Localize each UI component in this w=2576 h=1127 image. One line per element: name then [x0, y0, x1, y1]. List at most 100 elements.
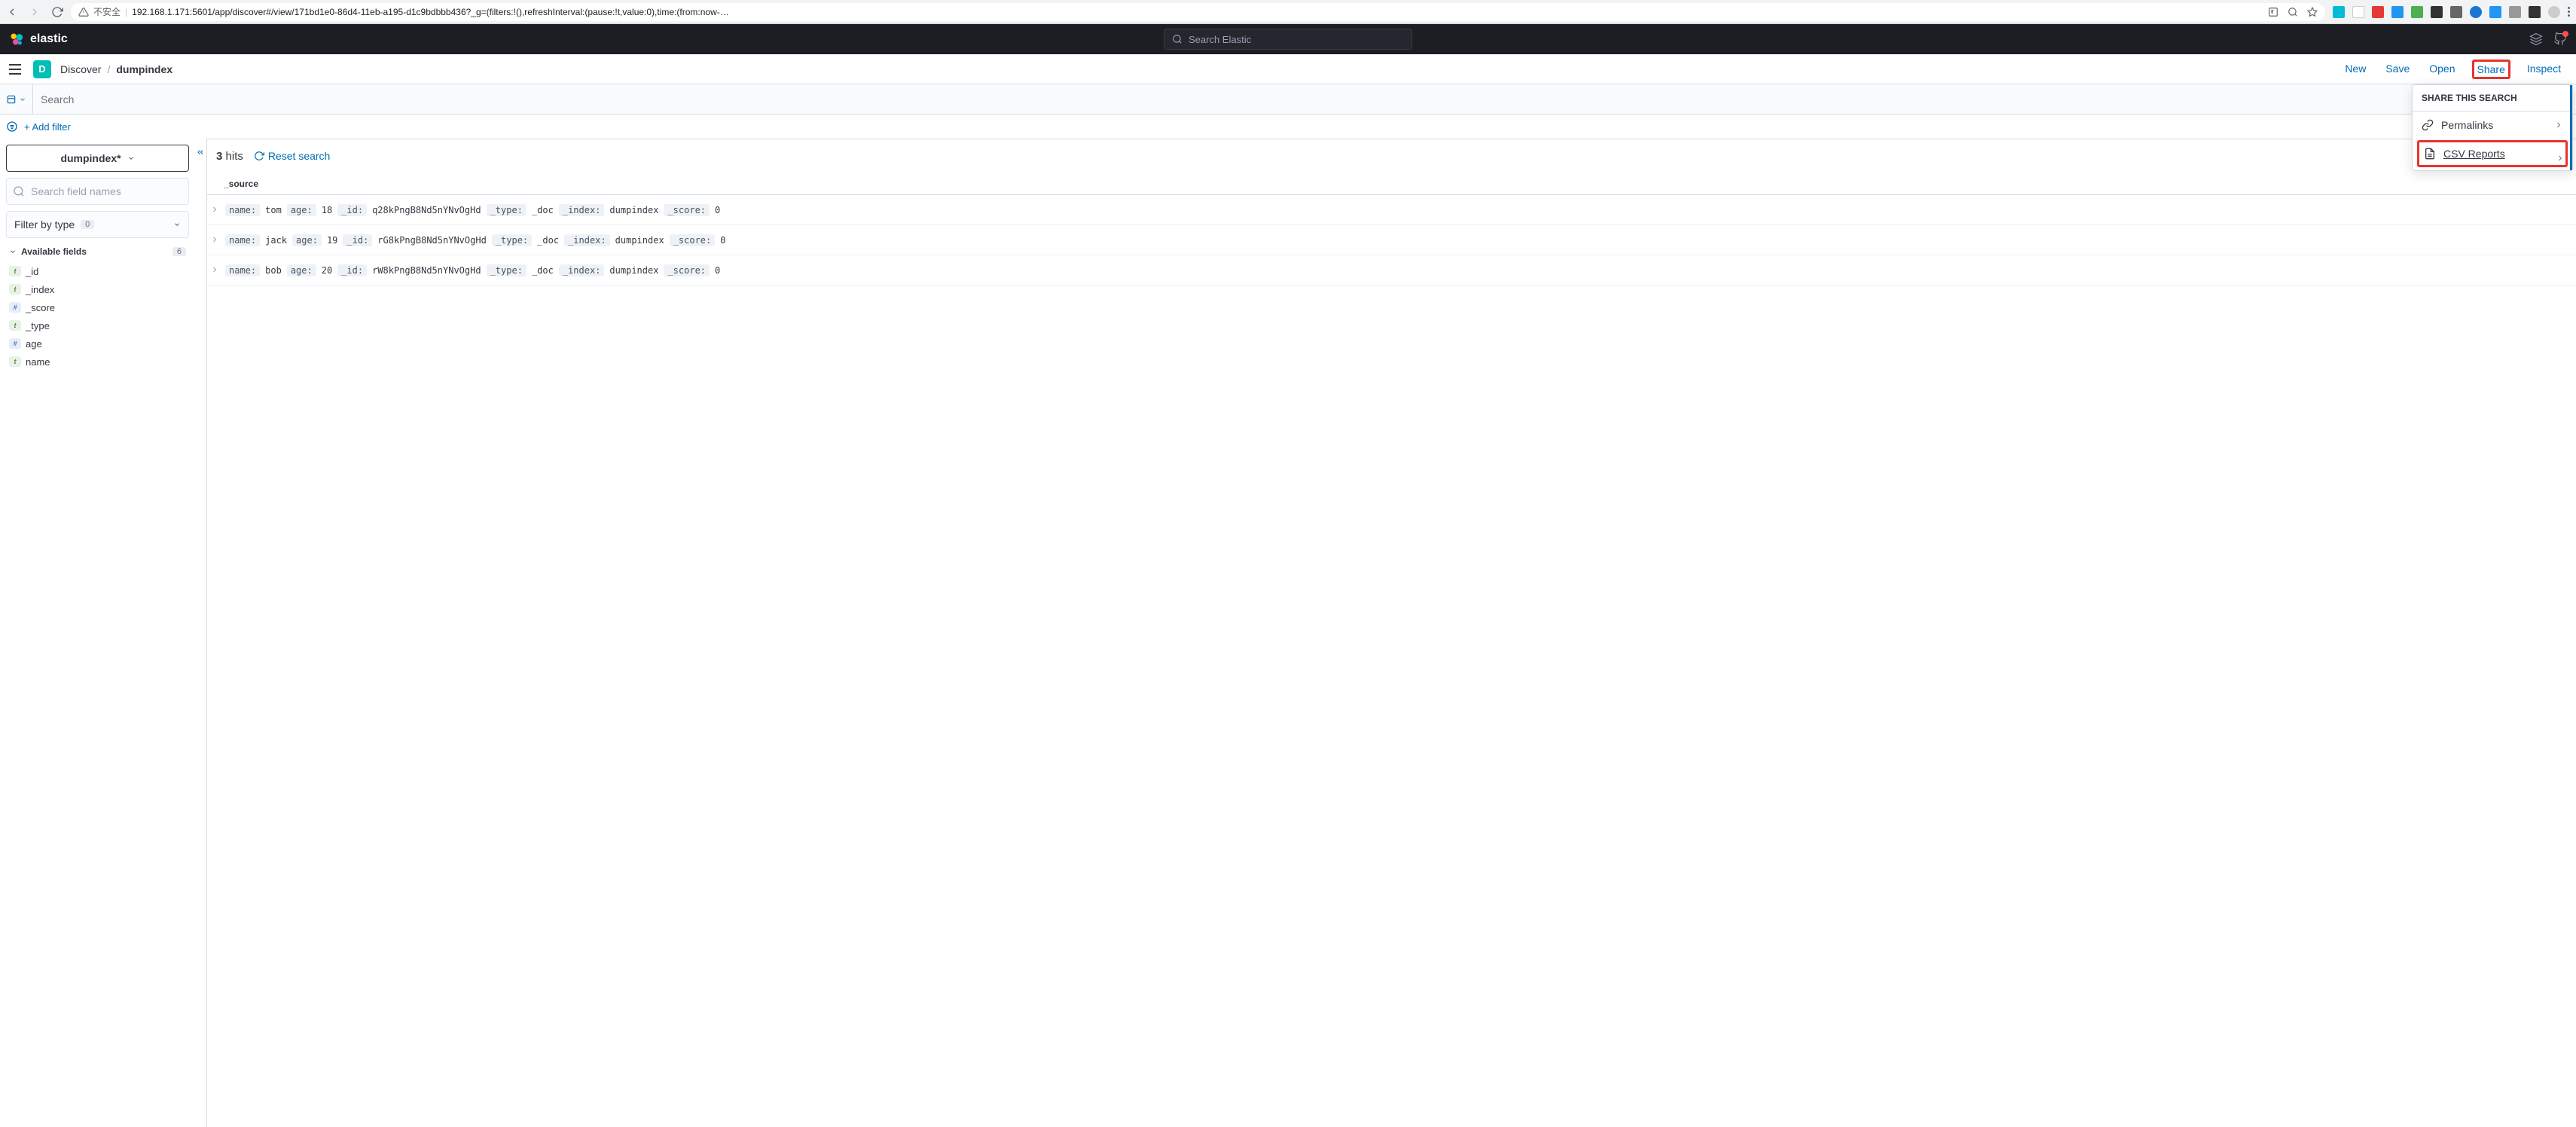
index-pattern-selector[interactable]: dumpindex*: [6, 145, 189, 172]
star-icon[interactable]: [2307, 7, 2318, 17]
csv-reports-highlight: CSV Reports: [2417, 140, 2568, 167]
app-subheader: D Discover / dumpindex New Save Open Sha…: [0, 54, 2576, 84]
field-item[interactable]: t_type: [6, 316, 189, 334]
doc-source: name:bob age:20 _id:rW8kPngB8Nd5nYNvOgHd…: [225, 264, 722, 276]
alerts-icon[interactable]: [2553, 32, 2567, 46]
browser-forward-button[interactable]: [29, 6, 41, 18]
open-button[interactable]: Open: [2426, 60, 2458, 79]
add-filter-button[interactable]: + Add filter: [24, 121, 71, 133]
zoom-icon[interactable]: [2288, 7, 2298, 17]
permalinks-label: Permalinks: [2441, 119, 2493, 131]
reset-search-button[interactable]: Reset search: [254, 150, 330, 162]
header-right-icons: [2529, 32, 2567, 46]
new-button[interactable]: New: [2342, 60, 2369, 79]
breadcrumb-separator: /: [107, 63, 110, 75]
field-type-badge: #: [9, 302, 21, 313]
query-bar: [0, 84, 2576, 115]
content-area: 3 hits Reset search _source name:tom age…: [206, 139, 2576, 1127]
browser-reload-button[interactable]: [51, 6, 63, 18]
url-text: 192.168.1.171:5601/app/discover#/view/17…: [132, 7, 729, 17]
available-fields-count: 6: [172, 247, 186, 256]
chevron-down-icon: [127, 154, 135, 162]
elastic-logo-icon: [9, 32, 24, 47]
filter-by-type-button[interactable]: Filter by type 0: [6, 211, 189, 238]
field-item[interactable]: # age: [6, 334, 189, 353]
extension-icon[interactable]: [2470, 6, 2482, 18]
query-input[interactable]: [33, 84, 2576, 114]
extension-icon[interactable]: [2529, 6, 2541, 18]
expand-row-button[interactable]: [210, 204, 222, 216]
browser-extensions: [2333, 6, 2570, 18]
source-column-header: _source: [224, 179, 258, 189]
breadcrumb-app-link[interactable]: Discover: [60, 63, 101, 75]
space-badge[interactable]: D: [33, 60, 51, 78]
global-search-input[interactable]: Search Elastic: [1164, 29, 1412, 50]
browser-menu-button[interactable]: [2568, 7, 2570, 17]
newsfeed-icon[interactable]: [2529, 32, 2543, 46]
extension-icon[interactable]: [2431, 6, 2443, 18]
available-fields-header[interactable]: Available fields 6: [6, 241, 189, 262]
breadcrumb-current: dumpindex: [116, 63, 172, 75]
chevron-down-icon: [173, 221, 181, 228]
save-button[interactable]: Save: [2382, 60, 2413, 79]
chevron-down-icon: [19, 96, 26, 103]
elastic-logo[interactable]: elastic: [9, 32, 68, 47]
elastic-header: elastic Search Elastic: [0, 24, 2576, 54]
table-header-row: _source: [207, 173, 2576, 195]
kql-toggle[interactable]: [0, 84, 33, 115]
share-popover: SHARE THIS SEARCH Permalinks CSV Reports: [2412, 84, 2573, 171]
extension-icon[interactable]: [2333, 6, 2345, 18]
table-row: name:bob age:20 _id:rW8kPngB8Nd5nYNvOgHd…: [207, 255, 2576, 286]
document-icon: [2424, 148, 2436, 160]
share-button[interactable]: Share: [2472, 60, 2510, 79]
nav-toggle-button[interactable]: [9, 64, 21, 75]
hits-count: 3 hits: [216, 150, 243, 163]
field-name: name: [26, 356, 50, 368]
field-name: _score: [26, 302, 55, 313]
field-item[interactable]: t_id: [6, 262, 189, 280]
browser-profile-icon[interactable]: [2548, 6, 2560, 18]
field-item[interactable]: # _score: [6, 298, 189, 316]
permalinks-item[interactable]: Permalinks: [2413, 111, 2572, 139]
field-search-input[interactable]: [6, 178, 189, 205]
collapse-icon: [196, 148, 205, 157]
filter-bar: + Add filter: [0, 115, 2576, 139]
filter-icon[interactable]: [6, 121, 18, 133]
field-type-badge: #: [9, 338, 21, 349]
translate-icon[interactable]: [2268, 7, 2278, 17]
sidebar: dumpindex* Filter by type 0 Available fi…: [0, 139, 196, 1127]
breadcrumb: Discover / dumpindex: [60, 63, 172, 75]
extension-icon[interactable]: [2489, 6, 2501, 18]
browser-back-button[interactable]: [6, 6, 18, 18]
security-label: 不安全: [93, 5, 121, 18]
field-type-badge: t: [9, 266, 21, 276]
refresh-icon: [254, 151, 264, 161]
warning-icon: [78, 7, 89, 17]
expand-row-button[interactable]: [210, 264, 222, 276]
csv-reports-label: CSV Reports: [2443, 148, 2505, 160]
table-row: name:tom age:18 _id:q28kPngB8Nd5nYNvOgHd…: [207, 195, 2576, 225]
extension-icon[interactable]: [2509, 6, 2521, 18]
field-name: age: [26, 338, 42, 350]
browser-url-bar[interactable]: 不安全 | 192.168.1.171:5601/app/discover#/v…: [71, 3, 2325, 21]
field-item[interactable]: tname: [6, 353, 189, 371]
field-type-badge: t: [9, 284, 21, 295]
extension-icon[interactable]: [2450, 6, 2462, 18]
filter-by-type-label: Filter by type: [14, 218, 75, 231]
extension-icon[interactable]: [2411, 6, 2423, 18]
sidebar-collapse-handle[interactable]: [196, 139, 206, 1127]
doc-source: name:tom age:18 _id:q28kPngB8Nd5nYNvOgHd…: [225, 204, 722, 216]
browser-chrome: 不安全 | 192.168.1.171:5601/app/discover#/v…: [0, 0, 2576, 24]
extension-icon[interactable]: [2352, 6, 2364, 18]
expand-row-button[interactable]: [210, 234, 222, 246]
extension-icon[interactable]: [2391, 6, 2404, 18]
fields-list: t_idt_index#_scoret_type#agetname: [6, 262, 189, 371]
csv-reports-item[interactable]: CSV Reports: [2419, 142, 2565, 165]
notification-dot: [2562, 31, 2568, 37]
inspect-button[interactable]: Inspect: [2524, 60, 2564, 79]
field-item[interactable]: t_index: [6, 280, 189, 298]
extension-icon[interactable]: [2372, 6, 2384, 18]
kql-icon: [6, 94, 17, 105]
field-type-badge: t: [9, 356, 21, 367]
top-actions: New Save Open Share Inspect: [2342, 60, 2570, 79]
